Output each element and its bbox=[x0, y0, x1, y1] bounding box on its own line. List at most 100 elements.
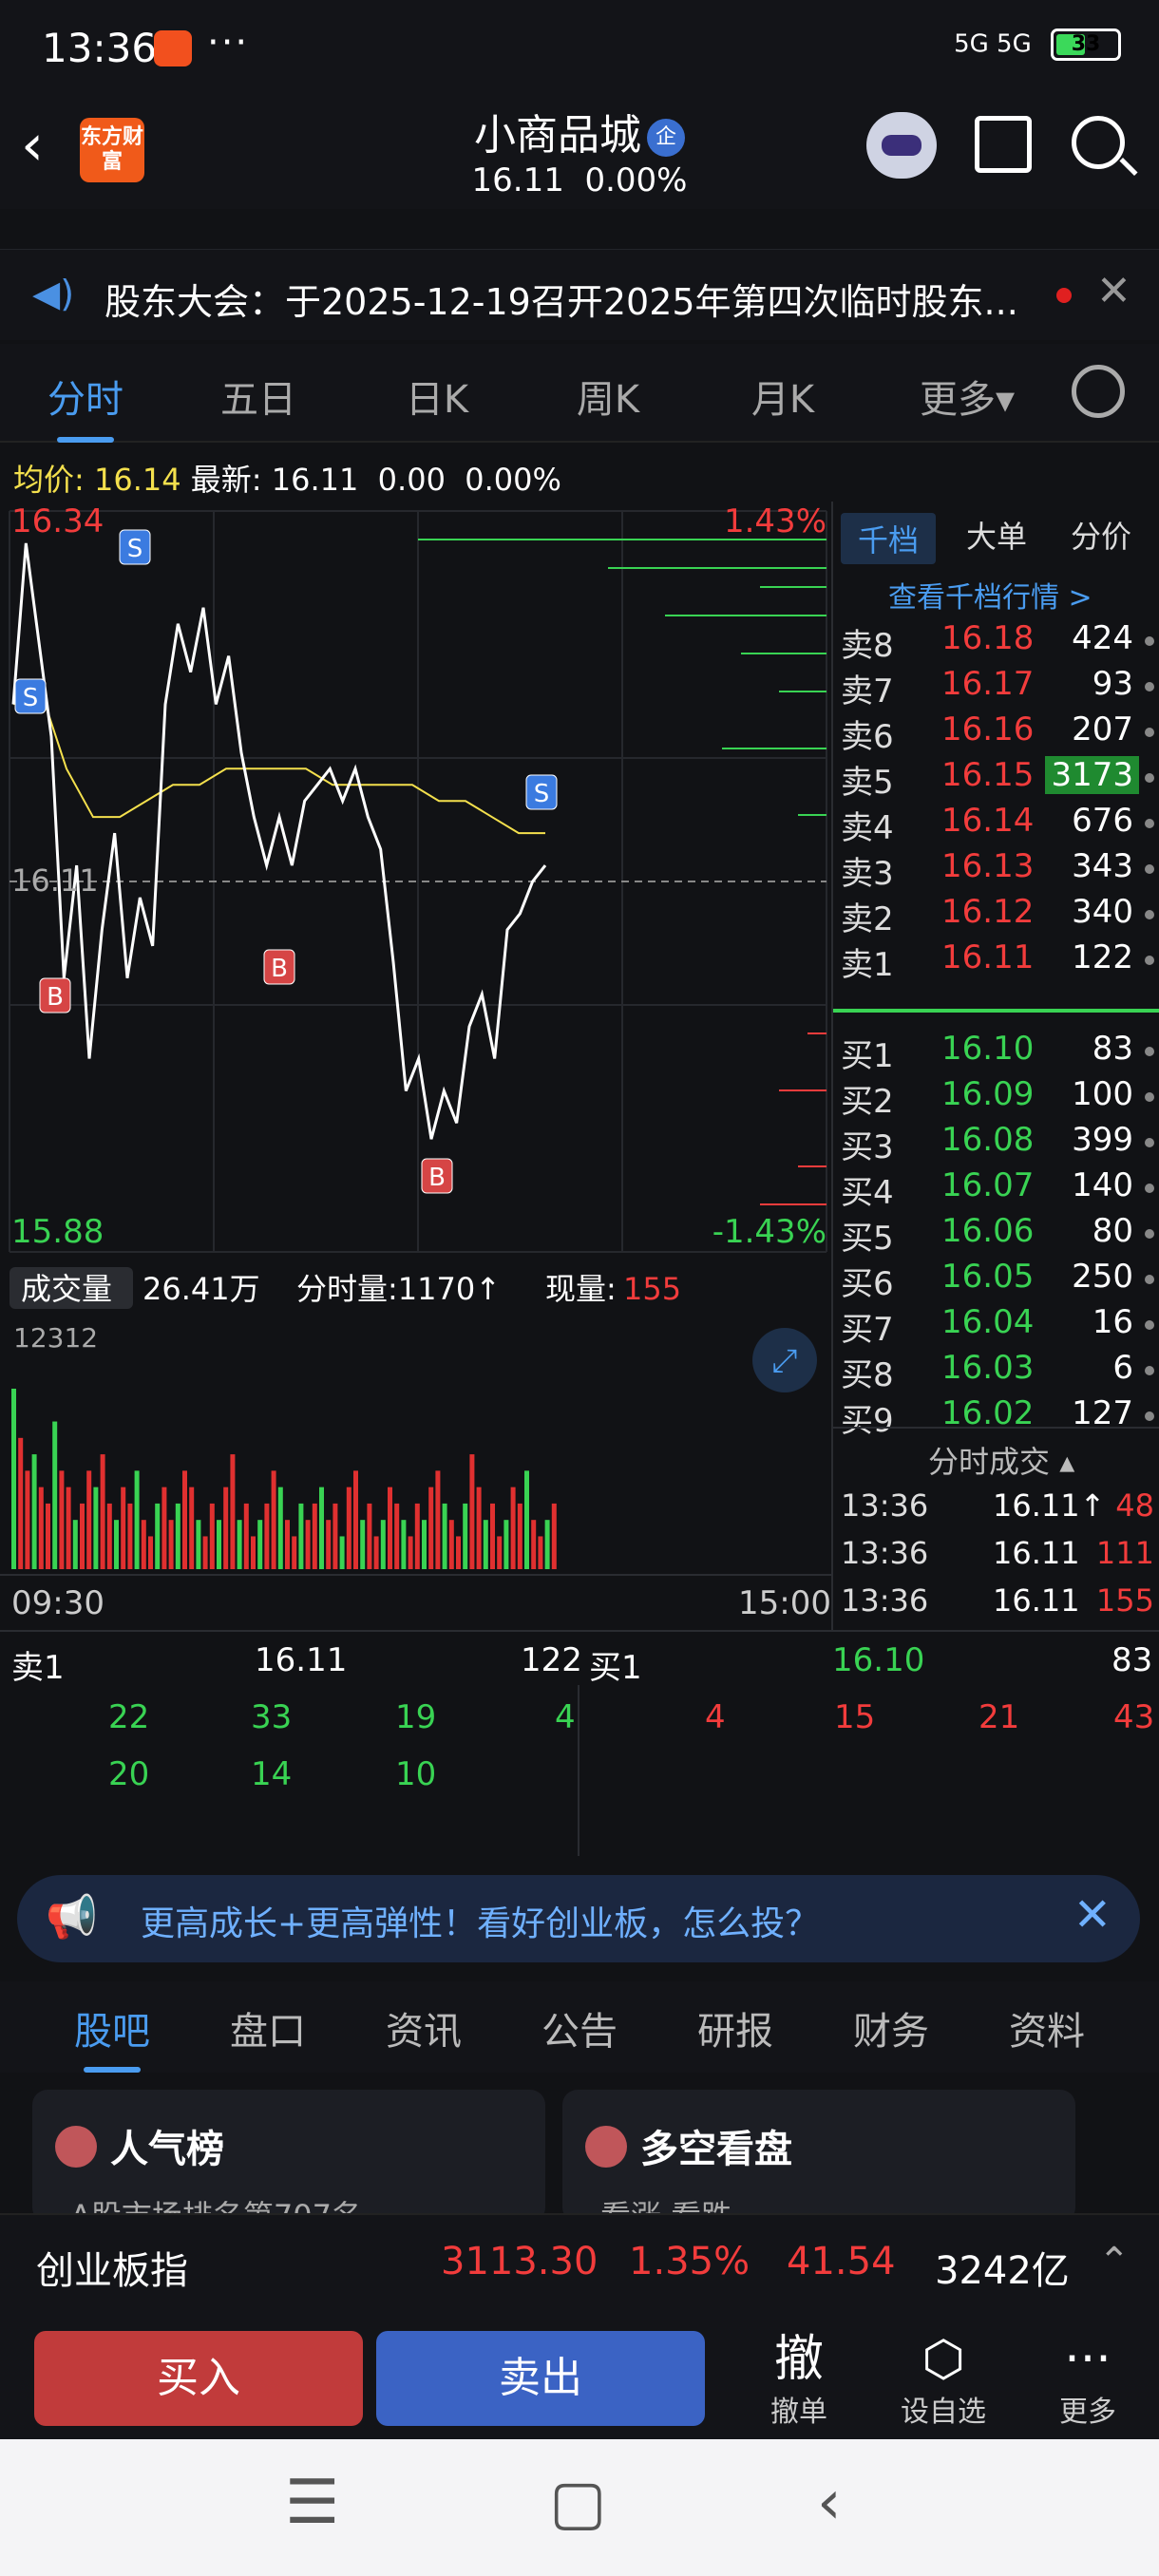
order-dot-icon bbox=[1145, 1275, 1154, 1284]
tab-big-orders[interactable]: 大单 bbox=[966, 513, 1027, 557]
bid-row[interactable]: 买2 16.09 100 bbox=[841, 1075, 1154, 1121]
volume-bar bbox=[106, 1503, 112, 1569]
volume-bar bbox=[134, 1470, 140, 1569]
queue-item: 43 bbox=[1113, 1698, 1155, 1736]
promo-banner[interactable]: 📢 更高成长+更高弹性！看好创业板，怎么投？ ✕ bbox=[17, 1875, 1140, 1962]
volume-bar bbox=[319, 1487, 324, 1569]
svg-text:⤢: ⤢ bbox=[771, 1342, 797, 1380]
tab-thousand-levels[interactable]: 千档 bbox=[841, 513, 937, 564]
price-change-pct: 0.00% bbox=[584, 161, 688, 199]
ask-row[interactable]: 卖7 16.17 93 bbox=[841, 665, 1154, 710]
close-icon[interactable]: ✕ bbox=[1074, 1888, 1112, 1941]
ask-row[interactable]: 卖1 16.11 122 bbox=[841, 938, 1154, 984]
bid-row[interactable]: 买5 16.06 80 bbox=[841, 1212, 1154, 1258]
tab-financials[interactable]: 财务 bbox=[834, 2000, 948, 2055]
menu-icon[interactable]: ☰ bbox=[285, 2468, 339, 2538]
ask-level: 卖8 bbox=[841, 627, 894, 665]
order-dot-icon bbox=[1145, 1411, 1154, 1421]
bid-row[interactable]: 买4 16.07 140 bbox=[841, 1166, 1154, 1212]
volume-bar bbox=[155, 1503, 161, 1569]
add-favorite-button[interactable]: ⬡ 设自选 bbox=[891, 2331, 996, 2430]
home-icon[interactable]: ▢ bbox=[549, 2468, 606, 2538]
bull-bear-card[interactable]: 多空看盘 看涨 看跌 bbox=[562, 2090, 1075, 2223]
sell-button[interactable]: 卖出 bbox=[376, 2331, 705, 2426]
volume-bar bbox=[72, 1520, 78, 1569]
volume-bar bbox=[237, 1520, 242, 1569]
volume-bar bbox=[517, 1503, 522, 1569]
pct-low-label: -1.43% bbox=[712, 1213, 826, 1251]
tab-profile[interactable]: 资料 bbox=[990, 2000, 1104, 2055]
current-price: 16.11 bbox=[471, 161, 564, 199]
volume-bar bbox=[346, 1487, 352, 1569]
tab-market-depth[interactable]: 盘口 bbox=[211, 2000, 325, 2055]
buy-button[interactable]: 买入 bbox=[34, 2331, 363, 2426]
more-button[interactable]: ··· 更多 bbox=[1036, 2331, 1140, 2430]
bid-volume: 83 bbox=[1092, 1030, 1133, 1068]
gear-icon[interactable] bbox=[1072, 365, 1125, 418]
chevron-up-icon[interactable]: ⌃ bbox=[1098, 2240, 1130, 2283]
versus-icon bbox=[585, 2126, 627, 2168]
volume-bar bbox=[121, 1487, 126, 1569]
volume-bar bbox=[394, 1503, 400, 1569]
volume-bar bbox=[456, 1536, 461, 1569]
ask-row[interactable]: 卖8 16.18 424 bbox=[841, 619, 1154, 665]
volume-bar bbox=[168, 1520, 174, 1569]
bid-level: 买6 bbox=[841, 1265, 894, 1303]
tick-row: 13:36 16.11↑ 48 bbox=[841, 1487, 1154, 1533]
promo-text[interactable]: 更高成长+更高弹性！看好创业板，怎么投？ bbox=[141, 1896, 819, 1945]
bid-row[interactable]: 买7 16.04 16 bbox=[841, 1303, 1154, 1349]
bid-price: 16.08 bbox=[941, 1121, 1035, 1159]
ask-row[interactable]: 卖5 16.15 3173 bbox=[841, 756, 1154, 802]
announcement-text[interactable]: 股东大会：于2025-12-19召开2025年第四次临时股东... bbox=[104, 273, 1016, 325]
index-ticker[interactable]: 创业板指 3113.30 1.35% 41.54 3242亿 ⌃ bbox=[0, 2213, 1159, 2312]
bid-volume: 6 bbox=[1112, 1349, 1133, 1387]
tab-weekly-k[interactable]: 周K bbox=[542, 369, 674, 424]
tab-more[interactable]: 更多▾ bbox=[901, 369, 1034, 424]
bid-row[interactable]: 买6 16.05 250 bbox=[841, 1258, 1154, 1303]
tab-research[interactable]: 研报 bbox=[678, 2000, 792, 2055]
back-nav-icon[interactable]: ‹ bbox=[817, 2468, 842, 2538]
volume-bar bbox=[401, 1520, 407, 1569]
assistant-robot-icon[interactable] bbox=[866, 112, 937, 179]
bid-volume: 140 bbox=[1072, 1166, 1133, 1204]
volume-bar bbox=[196, 1520, 201, 1569]
ask-row[interactable]: 卖6 16.16 207 bbox=[841, 710, 1154, 756]
tab-price-distribution[interactable]: 分价 bbox=[1071, 513, 1131, 557]
bid-row[interactable]: 买8 16.03 6 bbox=[841, 1349, 1154, 1394]
feature-cards: 人气榜 A股市场排名第707名 多空看盘 看涨 看跌 bbox=[0, 2080, 1159, 2223]
bid-row[interactable]: 买1 16.10 83 bbox=[841, 1030, 1154, 1075]
tab-forum[interactable]: 股吧 bbox=[55, 2000, 169, 2073]
popularity-card[interactable]: 人气榜 A股市场排名第707名 bbox=[32, 2090, 545, 2223]
close-icon[interactable]: ✕ bbox=[1096, 267, 1131, 315]
cancel-order-button[interactable]: 撤撤单 bbox=[747, 2331, 851, 2430]
share-icon[interactable] bbox=[975, 116, 1032, 173]
tab-monthly-k[interactable]: 月K bbox=[716, 369, 849, 424]
volume-chart[interactable]: 成交量 26.41万 分时量:1170↑ 现量: 155 12312 ⤢ bbox=[0, 1263, 831, 1577]
app-notification-icon bbox=[154, 30, 192, 66]
volume-bar bbox=[339, 1536, 345, 1569]
tab-news[interactable]: 资讯 bbox=[367, 2000, 481, 2055]
tick-price: 16.11 bbox=[993, 1582, 1080, 1619]
tab-announcements[interactable]: 公告 bbox=[522, 2000, 636, 2055]
announcement-bar[interactable]: ◀) 股东大会：于2025-12-19召开2025年第四次临时股东... ✕ bbox=[0, 249, 1159, 340]
ticks-title[interactable]: 分时成交 ▴ bbox=[928, 1438, 1074, 1482]
ask-row[interactable]: 卖2 16.12 340 bbox=[841, 893, 1154, 938]
search-icon[interactable] bbox=[1072, 116, 1125, 169]
volume-bar bbox=[490, 1503, 495, 1569]
view-levels-link[interactable]: 查看千档行情 > bbox=[888, 574, 1092, 616]
ask-row[interactable]: 卖4 16.14 676 bbox=[841, 802, 1154, 847]
now-volume: 155 bbox=[623, 1271, 681, 1307]
intraday-price-chart[interactable]: S S B B B S 16.34 16.11 15.88 1.43% -1.43% bbox=[0, 502, 831, 1261]
volume-bar bbox=[367, 1503, 372, 1569]
order-dot-icon bbox=[1145, 1047, 1154, 1056]
volume-bar bbox=[25, 1470, 30, 1569]
price-ref-label: 16.11 bbox=[11, 862, 99, 899]
bid-row[interactable]: 买3 16.08 399 bbox=[841, 1121, 1154, 1166]
tab-intraday[interactable]: 分时 bbox=[19, 369, 152, 443]
ask-level: 卖1 bbox=[841, 946, 894, 984]
latest-change: 0.00 bbox=[377, 462, 446, 498]
ask-row[interactable]: 卖3 16.13 343 bbox=[841, 847, 1154, 893]
tab-five-day[interactable]: 五日 bbox=[192, 369, 325, 424]
bid-price: 16.09 bbox=[941, 1075, 1035, 1113]
tab-daily-k[interactable]: 日K bbox=[370, 369, 504, 424]
